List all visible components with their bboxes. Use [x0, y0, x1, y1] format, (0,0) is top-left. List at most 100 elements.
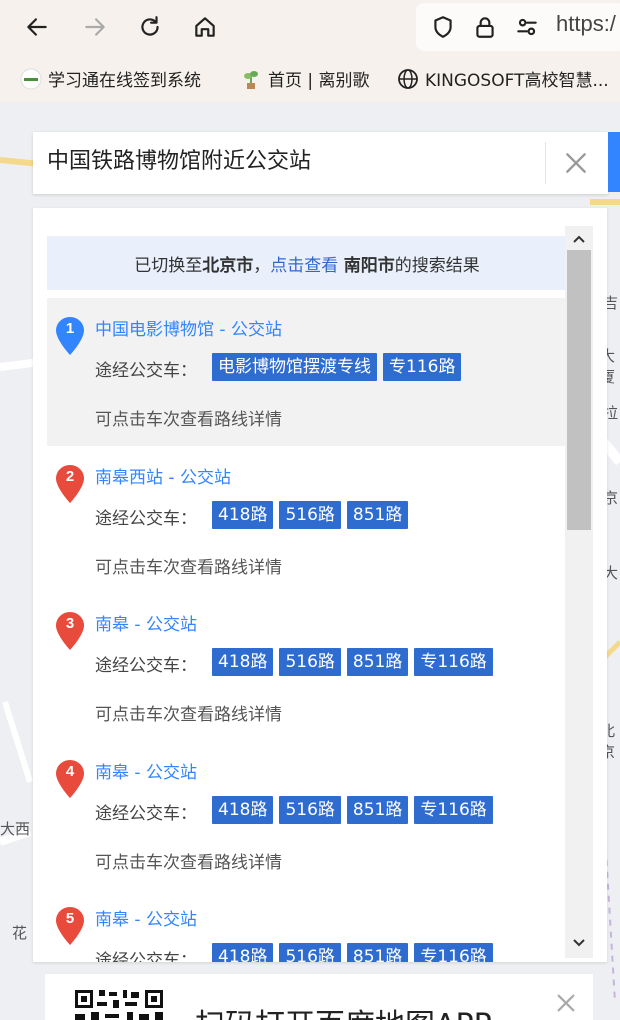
home-button[interactable] — [188, 10, 222, 44]
result-item[interactable]: 3 南皋 - 公交站途经公交车： 418路 516路 851路 专116路可点击车次查看路… — [47, 593, 567, 741]
permissions-icon[interactable] — [510, 10, 544, 44]
route-tags: 418路 516路 851路 专116路 — [212, 648, 493, 676]
arrow-left-icon — [27, 18, 47, 36]
clear-search-button[interactable] — [561, 148, 591, 178]
search-input[interactable] — [47, 146, 537, 171]
result-title-link[interactable]: 南皋 - 公交站 — [95, 758, 197, 783]
city-switch-notice: 已切换至 北京市 ， 点击查看 南阳市 的搜索结果 — [47, 236, 567, 290]
chevron-up-icon — [573, 235, 585, 243]
route-tags: 418路 516路 851路 专116路 — [212, 943, 493, 962]
notice-suffix: 的搜索结果 — [394, 255, 480, 276]
map-pin-icon: 1 — [55, 316, 85, 356]
signin-site-icon — [20, 68, 42, 90]
globe-icon — [397, 68, 419, 90]
reload-button[interactable] — [133, 10, 167, 44]
route-tags: 418路 516路 851路 — [212, 501, 409, 529]
bus-routes-label: 途经公交车： — [95, 509, 197, 529]
map-label: 花 — [12, 924, 28, 942]
bus-routes-label: 途经公交车： — [95, 951, 197, 962]
result-item[interactable]: 5 南皋 - 公交站途经公交车： 418路 516路 851路 专116路 — [47, 888, 567, 962]
close-icon — [566, 153, 586, 173]
route-tag[interactable]: 516路 — [279, 943, 341, 962]
shield-icon[interactable] — [426, 10, 460, 44]
plant-icon — [240, 68, 262, 90]
search-box — [33, 132, 608, 194]
result-title-link[interactable]: 中国电影博物馆 - 公交站 — [95, 315, 282, 340]
route-tag[interactable]: 专116路 — [414, 796, 493, 824]
map-label: 大西 — [0, 820, 31, 838]
route-tag[interactable]: 851路 — [346, 796, 409, 824]
route-detail-hint: 可点击车次查看路线详情 — [95, 853, 282, 873]
result-title-link[interactable]: 南皋西站 - 公交站 — [95, 463, 231, 488]
route-tag[interactable]: 专116路 — [414, 648, 493, 676]
app-download-banner: 扫码打开百度地图APP — [45, 973, 593, 1020]
route-tag[interactable]: 418路 — [212, 648, 274, 676]
search-divider — [545, 142, 546, 184]
forward-button[interactable] — [78, 10, 112, 44]
route-detail-hint: 可点击车次查看路线详情 — [95, 705, 282, 725]
home-icon — [195, 17, 215, 37]
route-tags: 电影博物馆摆渡专线 专116路 — [212, 353, 462, 381]
url-text[interactable]: https:/ — [556, 11, 616, 37]
bookmark-label: 首页 | 离别歌 — [268, 71, 370, 91]
qr-code-icon — [73, 988, 165, 1020]
result-title-link[interactable]: 南皋 - 公交站 — [95, 610, 197, 635]
pin-number: 3 — [65, 615, 75, 632]
bookmark-item[interactable]: KINGOSOFT高校智慧... — [397, 66, 609, 91]
notice-current-city: 北京市 — [202, 255, 254, 276]
scroll-down-button[interactable] — [565, 930, 593, 956]
route-tag[interactable]: 516路 — [279, 501, 341, 529]
notice-other-city: 南阳市 — [343, 255, 395, 276]
route-tag[interactable]: 418路 — [212, 796, 274, 824]
route-tag[interactable]: 516路 — [279, 648, 341, 676]
bus-routes-label: 途经公交车： — [95, 804, 197, 824]
search-button[interactable] — [608, 132, 620, 192]
chevron-down-icon — [573, 939, 585, 947]
browser-toolbar: https:/ — [0, 0, 620, 54]
route-detail-hint: 可点击车次查看路线详情 — [95, 410, 282, 430]
map-pin-icon: 2 — [55, 464, 85, 504]
pin-number: 4 — [65, 763, 75, 780]
route-tags: 418路 516路 851路 专116路 — [212, 796, 493, 824]
notice-sep: ， — [253, 255, 271, 276]
bookmark-item[interactable]: 学习通在线签到系统 — [20, 66, 201, 91]
map-pin-icon: 4 — [55, 759, 85, 799]
results-panel: 已切换至 北京市 ， 点击查看 南阳市 的搜索结果 1 中国电影博物馆 - 公交站… — [33, 208, 607, 962]
route-tag[interactable]: 851路 — [346, 648, 409, 676]
reload-icon — [141, 16, 159, 36]
result-title-link[interactable]: 南皋 - 公交站 — [95, 905, 197, 930]
scroll-up-button[interactable] — [565, 226, 593, 252]
result-item[interactable]: 2 南皋西站 - 公交站途经公交车： 418路 516路 851路可点击车次查看路线详情 — [47, 446, 567, 594]
close-banner-button[interactable] — [553, 990, 579, 1016]
route-tag[interactable]: 418路 — [212, 943, 274, 962]
map-pin-icon: 5 — [55, 906, 85, 946]
route-tag[interactable]: 851路 — [346, 501, 409, 529]
route-detail-hint: 可点击车次查看路线详情 — [95, 558, 282, 578]
route-tag[interactable]: 专116路 — [383, 353, 462, 381]
pin-number: 1 — [65, 320, 75, 337]
result-item[interactable]: 4 南皋 - 公交站途经公交车： 418路 516路 851路 专116路可点击车次查看路… — [47, 741, 567, 889]
back-button[interactable] — [20, 10, 54, 44]
view-other-city-link[interactable]: 点击查看 — [270, 251, 338, 276]
bus-routes-label: 途经公交车： — [95, 361, 197, 381]
bookmarks-bar: 学习通在线签到系统 首页 | 离别歌 KINGOSOFT高校智慧... — [0, 54, 620, 102]
route-tag[interactable]: 专116路 — [414, 943, 493, 962]
scrollbar-thumb[interactable] — [567, 250, 591, 530]
bus-routes-label: 途经公交车： — [95, 656, 197, 676]
lock-icon[interactable] — [468, 10, 502, 44]
pin-number: 2 — [65, 468, 75, 485]
route-tag[interactable]: 851路 — [346, 943, 409, 962]
route-tag[interactable]: 电影博物馆摆渡专线 — [212, 353, 377, 381]
map-pin-icon: 3 — [55, 611, 85, 651]
bookmark-label: KINGOSOFT高校智慧... — [425, 71, 609, 91]
close-icon — [557, 994, 575, 1012]
notice-prefix: 已切换至 — [134, 255, 203, 276]
banner-text: 扫码打开百度地图APP — [195, 1000, 492, 1020]
result-item[interactable]: 1 中国电影博物馆 - 公交站途经公交车： 电影博物馆摆渡专线 专116路可点击车次查… — [47, 298, 567, 446]
route-tag[interactable]: 418路 — [212, 501, 274, 529]
arrow-right-icon — [85, 18, 105, 36]
route-tag[interactable]: 516路 — [279, 796, 341, 824]
bookmark-item[interactable]: 首页 | 离别歌 — [240, 66, 370, 91]
pin-number: 5 — [65, 910, 75, 927]
bookmark-label: 学习通在线签到系统 — [48, 71, 201, 91]
